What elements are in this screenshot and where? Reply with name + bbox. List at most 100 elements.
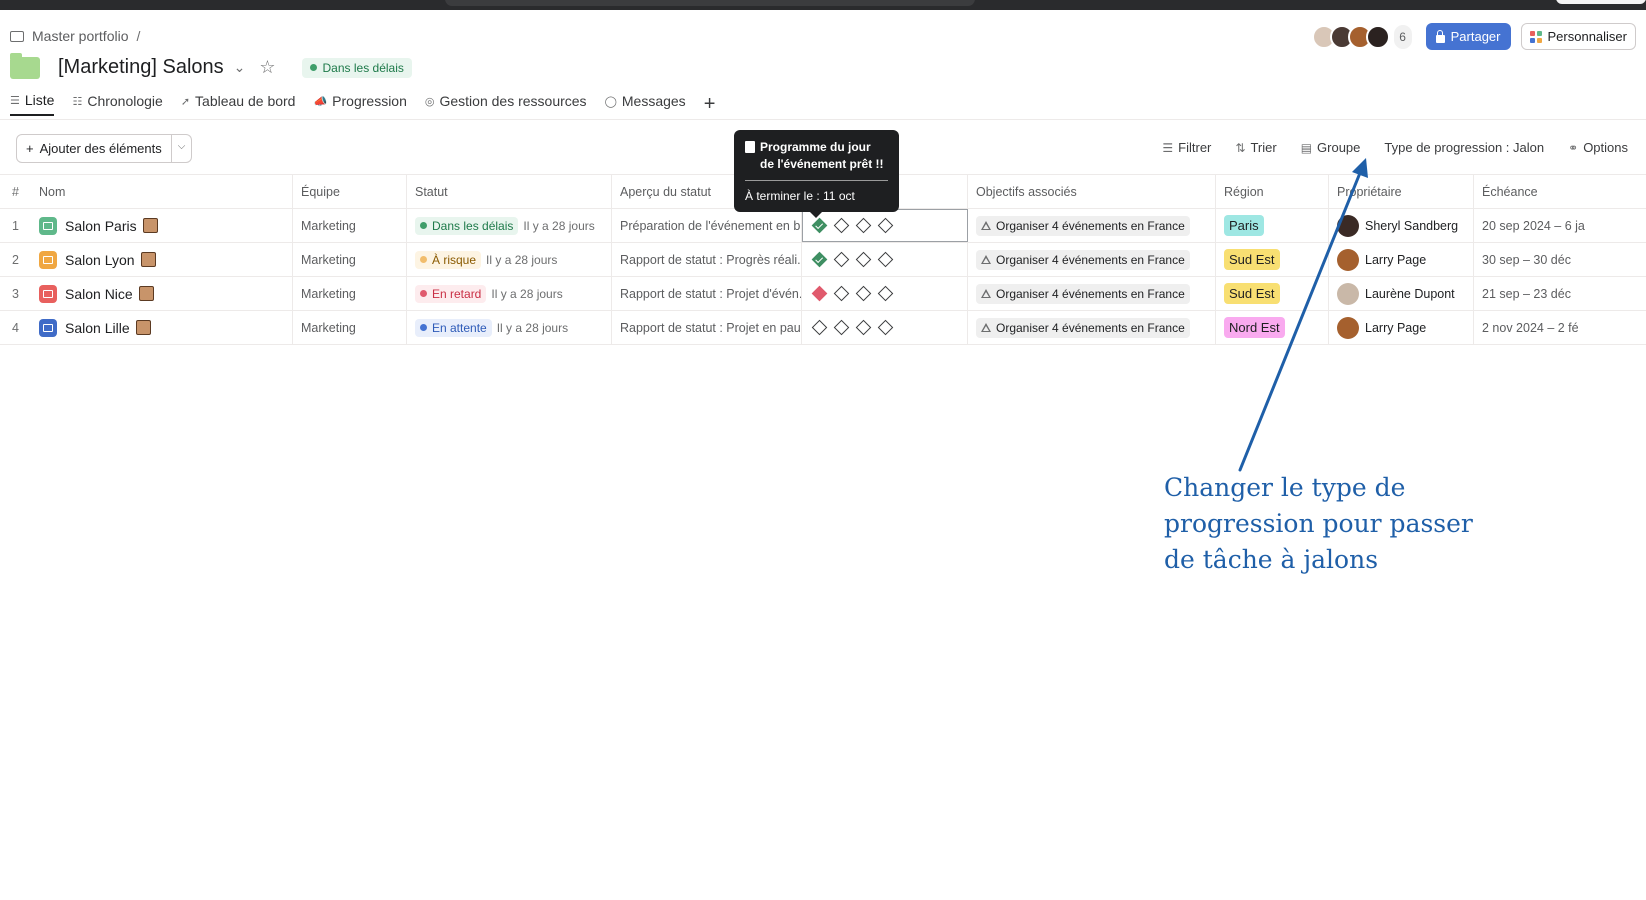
project-name-cell[interactable]: Salon Lille bbox=[30, 311, 293, 344]
milestone-diamond-icon[interactable] bbox=[811, 319, 828, 336]
due-cell[interactable]: 30 sep – 30 déc bbox=[1474, 243, 1646, 276]
col-name[interactable]: Nom bbox=[30, 175, 293, 208]
region-cell[interactable]: Sud Est bbox=[1216, 243, 1329, 276]
milestone-diamond-icon[interactable] bbox=[877, 251, 894, 268]
browser-control[interactable] bbox=[1556, 0, 1646, 4]
milestone-diamond-icon[interactable] bbox=[855, 217, 872, 234]
add-items-button[interactable]: + Ajouter des éléments bbox=[16, 134, 172, 163]
milestone-tooltip: Programme du jour de l'événement prêt !!… bbox=[734, 130, 899, 218]
table-row[interactable]: 3 Salon Nice Marketing En retard Il y a … bbox=[0, 277, 1646, 311]
add-items-dropdown[interactable]: ⌵ bbox=[171, 134, 193, 163]
project-name-cell[interactable]: Salon Nice bbox=[30, 277, 293, 310]
add-tab-button[interactable]: + bbox=[704, 94, 716, 114]
sort-button[interactable]: ⇅ Trier bbox=[1235, 140, 1276, 155]
status-cell[interactable]: À risque Il y a 28 jours bbox=[407, 243, 612, 276]
overview-cell[interactable]: Rapport de statut : Projet d'évén... bbox=[612, 277, 802, 310]
filter-button[interactable]: ☰ Filtrer bbox=[1162, 140, 1211, 155]
goal-chip[interactable]: Organiser 4 événements en France bbox=[976, 215, 1190, 236]
goal-chip[interactable]: Organiser 4 événements en France bbox=[976, 317, 1190, 338]
milestone-diamond-icon[interactable] bbox=[855, 251, 872, 268]
chevron-down-icon[interactable]: ⌄ bbox=[234, 59, 246, 76]
project-name[interactable]: Salon Nice bbox=[65, 286, 133, 302]
table-row[interactable]: 4 Salon Lille Marketing En attente Il y … bbox=[0, 311, 1646, 345]
due-cell[interactable]: 21 sep – 23 déc bbox=[1474, 277, 1646, 310]
project-name-cell[interactable]: Salon Paris bbox=[30, 209, 293, 242]
goal-label: Organiser 4 événements en France bbox=[996, 320, 1185, 335]
milestones-cell[interactable] bbox=[802, 311, 968, 344]
goals-cell[interactable]: Organiser 4 événements en France bbox=[968, 277, 1216, 310]
milestones-cell[interactable] bbox=[802, 209, 968, 242]
star-icon[interactable]: ☆ bbox=[259, 57, 275, 78]
milestone-diamond-icon[interactable] bbox=[833, 251, 850, 268]
milestone-diamond-icon[interactable] bbox=[811, 251, 828, 268]
milestone-diamond-icon[interactable] bbox=[833, 285, 850, 302]
col-owner[interactable]: Propriétaire bbox=[1329, 175, 1474, 208]
col-goals[interactable]: Objectifs associés bbox=[968, 175, 1216, 208]
team-cell[interactable]: Marketing bbox=[293, 277, 407, 310]
milestone-diamond-icon[interactable] bbox=[877, 285, 894, 302]
lock-icon bbox=[1435, 29, 1445, 43]
goals-cell[interactable]: Organiser 4 événements en France bbox=[968, 311, 1216, 344]
overview-cell[interactable]: Rapport de statut : Projet en pau... bbox=[612, 311, 802, 344]
filter-icon: ☰ bbox=[1162, 140, 1174, 155]
project-name[interactable]: Salon Lyon bbox=[65, 252, 135, 268]
owner-cell[interactable]: Larry Page bbox=[1329, 243, 1474, 276]
address-bar[interactable] bbox=[445, 0, 975, 6]
table-row[interactable]: 1 Salon Paris Marketing Dans les délais … bbox=[0, 209, 1646, 243]
options-label: Options bbox=[1583, 140, 1628, 155]
milestone-diamond-icon[interactable] bbox=[855, 285, 872, 302]
table-row[interactable]: 2 Salon Lyon Marketing À risque Il y a 2… bbox=[0, 243, 1646, 277]
milestone-diamond-icon[interactable] bbox=[833, 217, 850, 234]
progress-type-button[interactable]: Type de progression : Jalon bbox=[1384, 140, 1544, 155]
tab-tableau-de-bord[interactable]: ➚ Tableau de bord bbox=[181, 93, 296, 115]
col-due[interactable]: Échéance bbox=[1474, 175, 1646, 208]
status-cell[interactable]: Dans les délais Il y a 28 jours bbox=[407, 209, 612, 242]
milestones-cell[interactable] bbox=[802, 243, 968, 276]
col-team[interactable]: Équipe bbox=[293, 175, 407, 208]
milestones-cell[interactable] bbox=[802, 277, 968, 310]
team-cell[interactable]: Marketing bbox=[293, 311, 407, 344]
milestone-diamond-icon[interactable] bbox=[877, 319, 894, 336]
milestone-diamond-icon[interactable] bbox=[833, 319, 850, 336]
tab-gestion-des-ressources[interactable]: ◎ Gestion des ressources bbox=[425, 93, 587, 115]
share-button[interactable]: Partager bbox=[1425, 23, 1511, 50]
region-cell[interactable]: Sud Est bbox=[1216, 277, 1329, 310]
tab-chronologie[interactable]: ☷ Chronologie bbox=[72, 93, 162, 115]
group-button[interactable]: ▤ Groupe bbox=[1301, 140, 1361, 155]
milestone-diamond-icon[interactable] bbox=[811, 285, 828, 302]
project-status-badge[interactable]: Dans les délais bbox=[301, 57, 412, 78]
goals-cell[interactable]: Organiser 4 événements en France bbox=[968, 209, 1216, 242]
status-cell[interactable]: En attente Il y a 28 jours bbox=[407, 311, 612, 344]
col-status[interactable]: Statut bbox=[407, 175, 612, 208]
goal-chip[interactable]: Organiser 4 événements en France bbox=[976, 249, 1190, 270]
status-label: Dans les délais bbox=[432, 218, 514, 233]
overview-cell[interactable]: Rapport de statut : Progrès réali... bbox=[612, 243, 802, 276]
tab-liste[interactable]: ☰ Liste bbox=[10, 92, 55, 116]
goals-cell[interactable]: Organiser 4 événements en France bbox=[968, 243, 1216, 276]
owner-cell[interactable]: Laurène Dupont bbox=[1329, 277, 1474, 310]
region-cell[interactable]: Paris bbox=[1216, 209, 1329, 242]
options-button[interactable]: ⚭ Options bbox=[1568, 140, 1628, 155]
status-cell[interactable]: En retard Il y a 28 jours bbox=[407, 277, 612, 310]
project-name[interactable]: Salon Paris bbox=[65, 218, 137, 234]
breadcrumb-portfolio-link[interactable]: Master portfolio bbox=[32, 28, 128, 44]
project-name-cell[interactable]: Salon Lyon bbox=[30, 243, 293, 276]
due-cell[interactable]: 20 sep 2024 – 6 ja bbox=[1474, 209, 1646, 242]
owner-cell[interactable]: Sheryl Sandberg bbox=[1329, 209, 1474, 242]
team-cell[interactable]: Marketing bbox=[293, 243, 407, 276]
tab-messages[interactable]: ◯ Messages bbox=[605, 93, 686, 115]
due-cell[interactable]: 2 nov 2024 – 2 fé bbox=[1474, 311, 1646, 344]
milestone-diamond-icon[interactable] bbox=[877, 217, 894, 234]
region-cell[interactable]: Nord Est bbox=[1216, 311, 1329, 344]
milestone-diamond-icon[interactable] bbox=[811, 217, 828, 234]
milestone-diamond-icon[interactable] bbox=[855, 319, 872, 336]
project-name[interactable]: Salon Lille bbox=[65, 320, 130, 336]
overview-cell[interactable]: Préparation de l'événement en b... bbox=[612, 209, 802, 242]
goal-chip[interactable]: Organiser 4 événements en France bbox=[976, 283, 1190, 304]
tab-progression[interactable]: 📣 Progression bbox=[313, 93, 406, 115]
col-region[interactable]: Région bbox=[1216, 175, 1329, 208]
customize-button[interactable]: Personnaliser bbox=[1520, 23, 1636, 50]
member-avatars[interactable]: 6 bbox=[1311, 24, 1416, 49]
team-cell[interactable]: Marketing bbox=[293, 209, 407, 242]
owner-cell[interactable]: Larry Page bbox=[1329, 311, 1474, 344]
